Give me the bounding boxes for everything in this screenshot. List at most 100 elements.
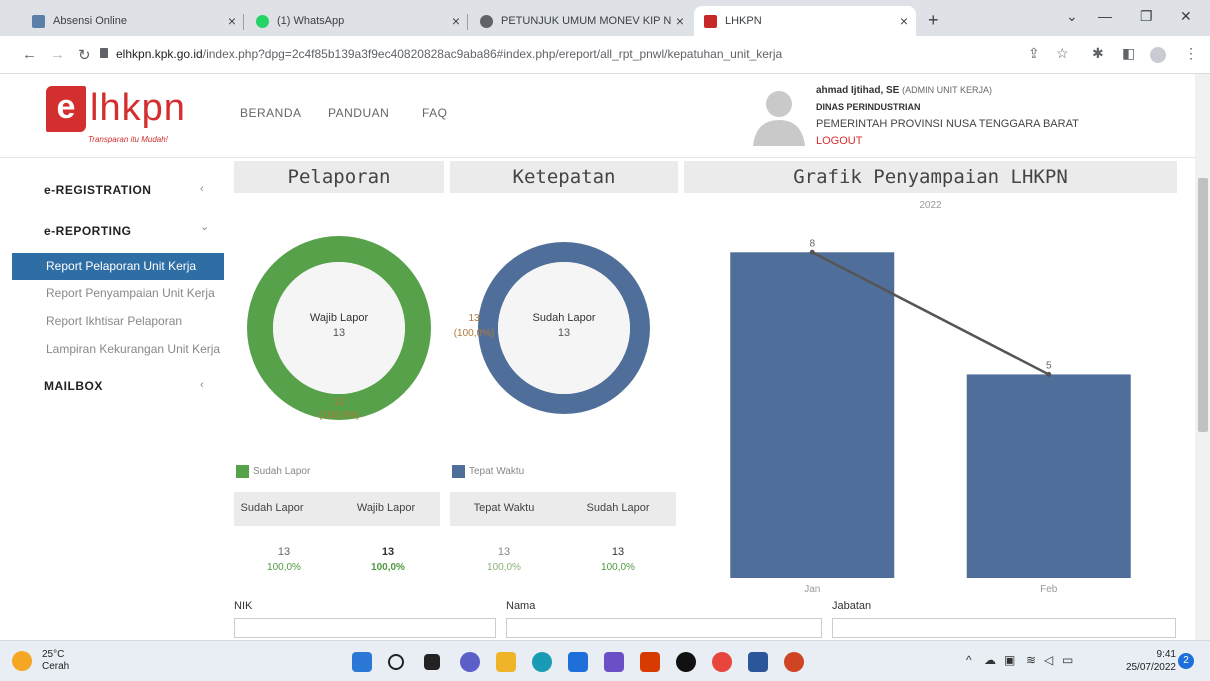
pelaporan-table-header: Sudah Lapor Wajib Lapor	[234, 492, 440, 526]
pelaporan-col-sudah-lapor: Sudah Lapor	[240, 502, 304, 514]
task-view-icon[interactable]	[424, 654, 440, 670]
chat-icon[interactable]	[460, 652, 480, 672]
onedrive-icon[interactable]: ☁	[984, 653, 996, 667]
sidebar: e-REGISTRATION ‹ e-REPORTING ⌄ Report Pe…	[0, 158, 224, 640]
back-icon[interactable]: ←	[22, 46, 37, 63]
ketepatan-slice-value: 13	[468, 313, 480, 324]
powerpoint-icon[interactable]	[784, 652, 804, 672]
tab-title: (1) WhatsApp	[277, 15, 345, 27]
sidebar-item-report-pelaporan[interactable]: Report Pelaporan Unit Kerja	[12, 253, 224, 280]
app-tray-icon[interactable]: ▣	[1004, 653, 1015, 667]
chevron-left-icon[interactable]: ‹	[200, 379, 204, 391]
sidebar-item-report-ikhtisar[interactable]: Report Ikhtisar Pelaporan	[12, 308, 224, 335]
nav-beranda[interactable]: BERANDA	[240, 106, 302, 120]
tab-title: LHKPN	[725, 15, 762, 27]
tab-petunjuk[interactable]: PETUNJUK UMUM MONEV KIP N ×	[470, 6, 692, 36]
trend-point[interactable]	[809, 249, 815, 255]
tab-separator	[467, 14, 468, 30]
office-icon[interactable]	[640, 652, 660, 672]
chrome-icon[interactable]	[712, 652, 732, 672]
close-icon[interactable]: ×	[228, 13, 236, 29]
nik-input[interactable]	[234, 618, 496, 638]
chevron-down-icon[interactable]: ⌄	[200, 220, 209, 233]
url-field[interactable]: elhkpn.kpk.go.id/index.php?dpg=2c4f85b13…	[116, 47, 782, 61]
sidebar-section-eregistration[interactable]: e-REGISTRATION	[44, 183, 151, 197]
file-explorer-icon[interactable]	[496, 652, 516, 672]
tray-chevron-icon[interactable]: ^	[966, 653, 972, 667]
tab-whatsapp[interactable]: (1) WhatsApp ×	[246, 6, 468, 36]
photos-icon[interactable]	[604, 652, 624, 672]
page-scrollbar[interactable]	[1195, 74, 1210, 640]
word-icon[interactable]	[748, 652, 768, 672]
system-clock[interactable]: 9:41 25/07/2022	[1126, 648, 1176, 674]
search-icon[interactable]	[388, 654, 404, 670]
logo-tagline: Transparan itu Mudah!	[88, 135, 168, 144]
nik-label: NIK	[234, 600, 253, 612]
pelaporan-title: Pelaporan	[234, 161, 444, 193]
windows-start-icon[interactable]	[352, 652, 372, 672]
close-icon[interactable]: ×	[676, 13, 684, 29]
battery-icon[interactable]: ▭	[1062, 653, 1073, 667]
new-tab-button[interactable]: +	[928, 10, 939, 31]
tab-absensi[interactable]: Absensi Online ×	[22, 6, 244, 36]
sidebar-item-report-penyampaian[interactable]: Report Penyampaian Unit Kerja	[12, 280, 224, 307]
scrollbar-thumb[interactable]	[1198, 178, 1208, 432]
trend-point[interactable]	[1046, 371, 1052, 377]
browser-tab-bar: Absensi Online × (1) WhatsApp × PETUNJUK…	[0, 0, 1210, 36]
mail-icon[interactable]	[568, 652, 588, 672]
logout-link[interactable]: LOGOUT	[816, 133, 1079, 150]
cell-pct: 100,0%	[601, 562, 635, 573]
volume-icon[interactable]: ◁	[1044, 653, 1053, 667]
nama-input[interactable]	[506, 618, 822, 638]
minimize-icon[interactable]: —	[1098, 8, 1112, 24]
cell-value: 13	[497, 546, 511, 558]
ketepatan-slice-pct: (100,0%)	[454, 328, 495, 339]
close-icon[interactable]: ×	[452, 13, 460, 29]
menu-dots-icon[interactable]: ⋮	[1184, 45, 1198, 62]
nav-panduan[interactable]: PANDUAN	[328, 106, 389, 120]
x-tick-label: Feb	[1040, 584, 1058, 595]
elhkpn-logo[interactable]: e lhkpn Transparan itu Mudah!	[46, 86, 206, 146]
user-info: ahmad Ijtihad, SE (ADMIN UNIT KERJA) DIN…	[816, 82, 1079, 150]
extensions-icon[interactable]: ✱	[1092, 45, 1104, 62]
forward-icon[interactable]: →	[50, 46, 65, 63]
tab-lhkpn[interactable]: LHKPN ×	[694, 6, 916, 36]
profile-icon[interactable]	[1150, 47, 1166, 63]
jabatan-input[interactable]	[832, 618, 1176, 638]
tab-search-icon[interactable]: ⌄	[1066, 8, 1078, 25]
tab-title: Absensi Online	[53, 15, 127, 27]
reload-icon[interactable]: ↻	[78, 46, 91, 64]
data-label: 8	[809, 238, 815, 249]
site-header: e lhkpn Transparan itu Mudah! BERANDA PA…	[0, 74, 1195, 158]
chevron-left-icon[interactable]: ‹	[200, 183, 204, 195]
tab-separator	[243, 14, 244, 30]
spotify-icon[interactable]	[676, 652, 696, 672]
bookmark-star-icon[interactable]: ☆	[1056, 45, 1069, 62]
ketepatan-donut-chart: Sudah Lapor 13 13 (100,0%)	[454, 242, 650, 414]
nama-label: Nama	[506, 600, 536, 612]
close-icon[interactable]: ×	[900, 13, 908, 29]
ketepatan-center-value: 13	[558, 327, 570, 339]
sidebar-section-mailbox[interactable]: MAILBOX	[44, 379, 103, 393]
lock-icon	[100, 48, 108, 58]
address-bar: ← → ↻ elhkpn.kpk.go.id/index.php?dpg=2c4…	[0, 36, 1210, 74]
restore-icon[interactable]: ❐	[1140, 8, 1153, 25]
side-panel-icon[interactable]: ◧	[1122, 45, 1135, 62]
grafik-title: Grafik Penyampaian LHKPN	[684, 161, 1177, 193]
sidebar-item-lampiran[interactable]: Lampiran Kekurangan Unit Kerja	[12, 336, 224, 363]
pelaporan-legend: Sudah Lapor	[236, 465, 310, 478]
share-icon[interactable]: ⇪	[1028, 45, 1040, 62]
notification-badge[interactable]: 2	[1178, 653, 1194, 669]
edge-icon[interactable]	[532, 652, 552, 672]
user-avatar-icon	[753, 91, 805, 146]
globe-favicon-icon	[480, 14, 493, 28]
window-close-icon[interactable]: ✕	[1180, 8, 1192, 25]
clock-date: 25/07/2022	[1125, 662, 1176, 673]
cell-value: 13	[381, 546, 395, 558]
wifi-icon[interactable]: ≋	[1026, 653, 1036, 667]
sidebar-section-ereporting[interactable]: e-REPORTING	[44, 224, 132, 238]
bar-feb[interactable]	[966, 374, 1131, 578]
bar-jan[interactable]	[730, 252, 895, 578]
pelaporan-col-wajib-lapor: Wajib Lapor	[356, 502, 416, 514]
nav-faq[interactable]: FAQ	[422, 106, 448, 120]
